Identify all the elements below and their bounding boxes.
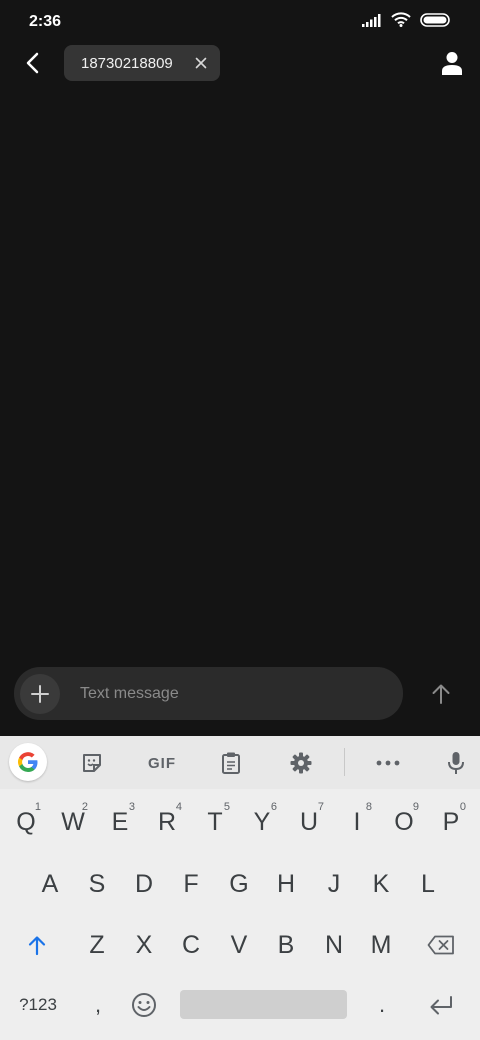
period-key[interactable]: .	[359, 977, 405, 1033]
key-e[interactable]: E3	[97, 794, 143, 850]
compose-bar	[14, 667, 403, 720]
arrow-up-icon	[432, 684, 450, 704]
key-y[interactable]: Y6	[239, 794, 285, 850]
clipboard-button[interactable]	[212, 744, 250, 782]
status-icons	[362, 12, 452, 32]
voice-input-button[interactable]	[437, 744, 475, 782]
key-hint: 0	[459, 801, 466, 813]
key-p[interactable]: P0	[428, 794, 474, 850]
send-button[interactable]	[424, 677, 458, 711]
key-label: Q	[16, 807, 36, 836]
key-g[interactable]: G	[216, 856, 262, 912]
clipboard-icon	[222, 752, 240, 774]
key-label: I	[353, 807, 361, 836]
backspace-icon	[427, 935, 454, 955]
key-f[interactable]: F	[168, 856, 214, 912]
key-d[interactable]: D	[121, 856, 167, 912]
key-h[interactable]: H	[263, 856, 309, 912]
key-r[interactable]: R4	[144, 794, 190, 850]
more-horizontal-icon	[376, 760, 400, 766]
key-label: E	[111, 807, 129, 836]
remove-recipient-button[interactable]	[192, 54, 210, 72]
enter-key[interactable]	[418, 977, 464, 1033]
enter-icon	[430, 996, 452, 1015]
key-o[interactable]: O9	[381, 794, 427, 850]
key-c[interactable]: C	[168, 917, 214, 973]
key-hint: 8	[365, 801, 372, 813]
recipient-chip[interactable]: 18730218809	[64, 45, 220, 81]
gear-icon	[290, 752, 312, 774]
status-bar: 2:36	[0, 0, 480, 42]
key-v[interactable]: V	[216, 917, 262, 973]
key-hint: 3	[128, 801, 135, 813]
key-label: U	[299, 807, 319, 836]
key-label: T	[207, 807, 223, 836]
conversation-header: 18730218809	[0, 42, 480, 86]
shift-arrow-icon	[28, 936, 46, 956]
add-contact-button[interactable]	[437, 48, 467, 78]
key-i[interactable]: I8	[334, 794, 380, 850]
key-k[interactable]: K	[358, 856, 404, 912]
emoji-icon	[132, 993, 156, 1017]
signal-icon	[362, 13, 382, 32]
add-attachment-button[interactable]	[20, 674, 60, 714]
status-time: 2:36	[29, 13, 62, 30]
sticker-button[interactable]	[73, 744, 111, 782]
key-m[interactable]: M	[358, 917, 404, 973]
key-a[interactable]: A	[27, 856, 73, 912]
space-key[interactable]	[180, 990, 347, 1019]
plus-icon	[31, 685, 49, 703]
key-n[interactable]: N	[311, 917, 357, 973]
key-x[interactable]: X	[121, 917, 167, 973]
person-icon	[442, 52, 462, 75]
wifi-icon	[391, 12, 411, 32]
gif-label: GIF	[148, 754, 176, 772]
key-hint: 1	[34, 801, 41, 813]
key-label: Y	[253, 807, 271, 836]
google-button[interactable]	[9, 743, 47, 781]
gif-button[interactable]: GIF	[140, 744, 184, 782]
key-hint: 5	[223, 801, 230, 813]
comma-key[interactable]: ,	[75, 977, 121, 1033]
key-t[interactable]: T5	[192, 794, 238, 850]
key-b[interactable]: B	[263, 917, 309, 973]
keyboard: G I F Q 1 W 2 E 3 R 4 T 5 Y 6 U 7 I 8 O 9 …	[0, 736, 480, 1040]
key-s[interactable]: S	[74, 856, 120, 912]
battery-icon	[420, 12, 452, 32]
key-hint: 2	[81, 801, 88, 813]
key-j[interactable]: J	[311, 856, 357, 912]
toolbar-divider	[344, 748, 345, 776]
key-u[interactable]: U7	[286, 794, 332, 850]
key-hint: 6	[270, 801, 277, 813]
more-options-button[interactable]	[369, 744, 407, 782]
key-label: O	[394, 807, 414, 836]
key-z[interactable]: Z	[74, 917, 120, 973]
close-icon	[195, 57, 207, 69]
google-g-icon	[18, 752, 38, 772]
microphone-icon	[448, 752, 464, 774]
shift-key[interactable]	[14, 917, 60, 973]
key-label: R	[157, 807, 177, 836]
key-l[interactable]: L	[405, 856, 451, 912]
symbols-key[interactable]: ?123	[11, 977, 65, 1033]
key-hint: 9	[412, 801, 419, 813]
settings-button[interactable]	[282, 744, 320, 782]
emoji-key[interactable]	[121, 977, 167, 1033]
key-label: P	[442, 807, 460, 836]
recipient-number: 18730218809	[81, 55, 173, 72]
back-button[interactable]	[16, 46, 50, 80]
keyboard-toolbar: GIF	[0, 736, 480, 789]
key-q[interactable]: Q1	[3, 794, 49, 850]
key-hint: 4	[175, 801, 182, 813]
backspace-key[interactable]	[418, 917, 464, 973]
key-hint: 7	[317, 801, 324, 813]
key-w[interactable]: W2	[50, 794, 96, 850]
sticker-icon	[83, 754, 101, 772]
message-input[interactable]	[80, 667, 390, 720]
back-arrow-icon	[26, 52, 39, 74]
